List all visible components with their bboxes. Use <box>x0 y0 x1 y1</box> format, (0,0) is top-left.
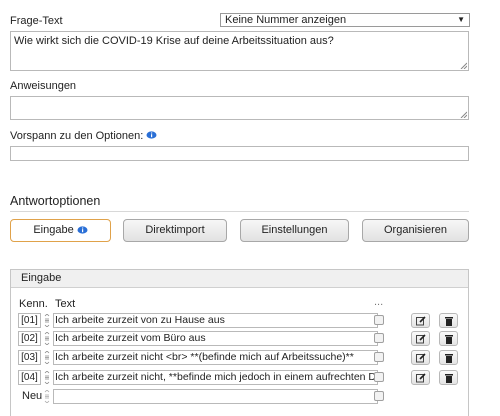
edit-button[interactable] <box>411 370 430 385</box>
options-preface-label-row: Vorspann zu den Optionen: <box>10 130 157 142</box>
edit-icon <box>416 373 426 383</box>
tab-eingabe[interactable]: Eingabe <box>10 219 111 242</box>
entry-panel-header: Eingabe <box>11 270 468 288</box>
instructions-label: Anweisungen <box>10 80 77 92</box>
chevron-down-icon: ▼ <box>457 15 465 24</box>
edit-button[interactable] <box>411 313 430 328</box>
new-row-checkbox[interactable] <box>374 391 384 401</box>
resize-handle-icon[interactable] <box>460 62 467 69</box>
row-code[interactable]: [04] <box>18 370 41 385</box>
drag-handle-icon[interactable] <box>44 314 50 327</box>
options-preface-field[interactable] <box>10 146 469 161</box>
info-icon[interactable] <box>146 131 157 139</box>
new-row-text-field[interactable] <box>53 389 378 404</box>
delete-button[interactable] <box>439 331 458 346</box>
row-checkbox[interactable] <box>374 333 384 343</box>
tab-eingabe-label: Eingabe <box>33 224 74 236</box>
numbering-select-value: Keine Nummer anzeigen <box>225 14 347 26</box>
tab-direktimport[interactable]: Direktimport <box>123 219 227 242</box>
edit-icon <box>416 334 426 344</box>
drag-handle-icon[interactable] <box>44 332 50 345</box>
tab-organisieren-label: Organisieren <box>384 224 447 236</box>
edit-icon <box>416 353 426 363</box>
question-text-field[interactable]: Wie wirkt sich die COVID-19 Krise auf de… <box>10 31 469 71</box>
question-text-value: Wie wirkt sich die COVID-19 Krise auf de… <box>14 35 334 47</box>
instructions-field[interactable] <box>10 96 469 120</box>
drag-handle-icon <box>44 390 50 403</box>
answer-options-title: Antwortoptionen <box>10 194 101 208</box>
numbering-select[interactable]: Keine Nummer anzeigen ▼ <box>220 13 470 27</box>
info-icon[interactable] <box>77 226 88 234</box>
section-divider <box>10 211 469 212</box>
tab-einstellungen-label: Einstellungen <box>261 224 328 236</box>
trash-icon <box>445 335 453 344</box>
question-label: Frage-Text <box>10 15 63 27</box>
row-text-field[interactable]: Ich arbeite zurzeit von zu Hause aus <box>53 313 378 328</box>
row-text-field[interactable]: Ich arbeite zurzeit vom Büro aus <box>53 331 378 346</box>
trash-icon <box>445 374 453 383</box>
edit-button[interactable] <box>411 350 430 365</box>
column-header-code: Kenn. <box>19 298 48 310</box>
row-code[interactable]: [01] <box>18 313 41 328</box>
drag-handle-icon[interactable] <box>44 371 50 384</box>
tab-einstellungen[interactable]: Einstellungen <box>240 219 349 242</box>
column-header-extra: ... <box>374 296 384 308</box>
delete-button[interactable] <box>439 350 458 365</box>
trash-icon <box>445 354 453 363</box>
row-text-field[interactable]: Ich arbeite zurzeit nicht, **befinde mic… <box>53 370 378 385</box>
row-code[interactable]: [02] <box>18 331 41 346</box>
edit-button[interactable] <box>411 331 430 346</box>
drag-handle-icon[interactable] <box>44 351 50 364</box>
row-checkbox[interactable] <box>374 372 384 382</box>
row-checkbox[interactable] <box>374 315 384 325</box>
resize-handle-icon[interactable] <box>460 111 467 118</box>
new-row-label: Neu <box>22 390 43 402</box>
entry-panel-title: Eingabe <box>21 272 62 284</box>
tab-organisieren[interactable]: Organisieren <box>362 219 469 242</box>
delete-button[interactable] <box>439 313 458 328</box>
row-code[interactable]: [03] <box>18 350 41 365</box>
row-text-field[interactable]: Ich arbeite zurzeit nicht <br> **(befind… <box>53 350 378 365</box>
edit-icon <box>416 316 426 326</box>
tab-direktimport-label: Direktimport <box>145 224 205 236</box>
row-checkbox[interactable] <box>374 352 384 362</box>
delete-button[interactable] <box>439 370 458 385</box>
options-preface-label: Vorspann zu den Optionen: <box>10 130 144 142</box>
column-header-text: Text <box>55 298 76 310</box>
trash-icon <box>445 317 453 326</box>
